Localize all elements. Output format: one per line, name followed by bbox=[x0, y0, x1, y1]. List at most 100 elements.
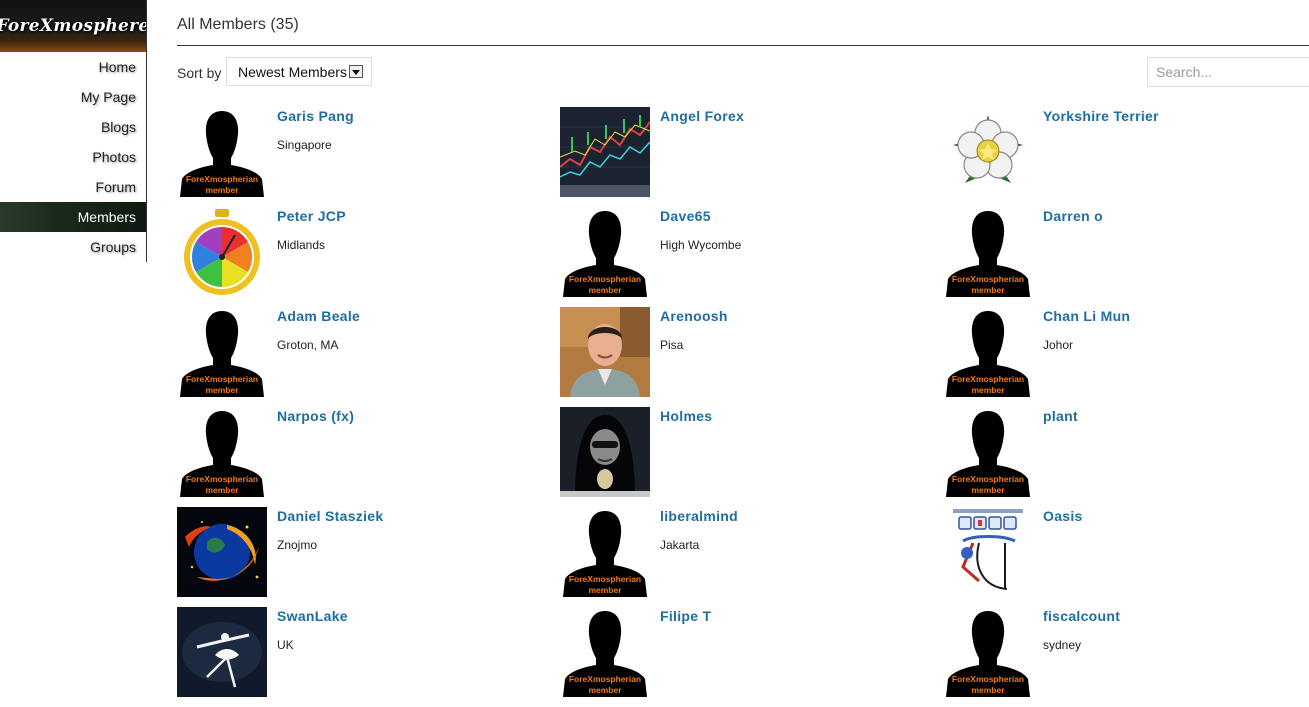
page-title: All Members (35) bbox=[177, 16, 299, 33]
avatar-badge-line2: member bbox=[971, 385, 1005, 395]
avatar-badge-line2: member bbox=[971, 685, 1005, 695]
member-name-link[interactable]: plant bbox=[1043, 408, 1078, 424]
member-card: ForeXmospherian member Garis Pang Singapore bbox=[177, 107, 560, 207]
nav-item-forum[interactable]: Forum bbox=[0, 172, 146, 202]
member-name-link[interactable]: Dave65 bbox=[660, 208, 711, 224]
member-avatar[interactable] bbox=[560, 107, 650, 197]
avatar-badge-line1: ForeXmospherian bbox=[951, 274, 1025, 284]
member-avatar[interactable]: ForeXmospherian member bbox=[943, 307, 1033, 397]
member-name-link[interactable]: Darren o bbox=[1043, 208, 1103, 224]
member-card: ForeXmospherian member Darren o bbox=[943, 207, 1309, 307]
member-location: Znojmo bbox=[277, 538, 318, 552]
member-avatar[interactable]: ForeXmospherian member bbox=[943, 407, 1033, 497]
avatar-badge-line1: ForeXmospherian bbox=[568, 574, 642, 584]
member-card: ForeXmospherian member Narpos (fx) bbox=[177, 407, 560, 507]
member-name-link[interactable]: SwanLake bbox=[277, 608, 348, 624]
avatar-badge-line1: ForeXmospherian bbox=[951, 674, 1025, 684]
avatar-badge-line1: ForeXmospherian bbox=[185, 174, 259, 184]
avatar-badge-line2: member bbox=[205, 485, 239, 495]
avatar-badge-line1: ForeXmospherian bbox=[185, 374, 259, 384]
member-avatar[interactable]: ForeXmospherian member bbox=[943, 607, 1033, 697]
member-name-link[interactable]: fiscalcount bbox=[1043, 608, 1120, 624]
sort-dropdown[interactable]: Newest Members bbox=[226, 57, 372, 86]
member-avatar[interactable]: ForeXmospherian member bbox=[943, 207, 1033, 297]
avatar-badge-line2: member bbox=[205, 185, 239, 195]
member-avatar[interactable]: ForeXmospherian member bbox=[560, 607, 650, 697]
site-logo-text: ForeXmosphere bbox=[0, 16, 146, 36]
title-divider bbox=[177, 45, 1309, 46]
site-logo[interactable]: ForeXmosphere bbox=[0, 0, 146, 52]
avatar-badge-line1: ForeXmospherian bbox=[185, 474, 259, 484]
member-avatar[interactable]: ForeXmospherian member bbox=[560, 207, 650, 297]
member-card: ForeXmospherian member Adam Beale Groton, M… bbox=[177, 307, 560, 407]
nav-item-groups[interactable]: Groups bbox=[0, 232, 146, 262]
member-location: Johor bbox=[1043, 338, 1074, 352]
member-avatar[interactable] bbox=[560, 407, 650, 497]
member-name-link[interactable]: Adam Beale bbox=[277, 308, 360, 324]
member-card: SwanLake UK bbox=[177, 607, 560, 707]
nav-item-photos[interactable]: Photos bbox=[0, 142, 146, 172]
member-avatar[interactable] bbox=[177, 507, 267, 597]
member-name-link[interactable]: Daniel Stasziek bbox=[277, 508, 383, 524]
member-location: Pisa bbox=[660, 338, 684, 352]
member-grid: ForeXmospherian member Garis Pang Singapore… bbox=[177, 107, 1309, 707]
nav-item-members[interactable]: Members bbox=[0, 202, 146, 232]
member-location: High Wycombe bbox=[660, 238, 742, 252]
search-input[interactable] bbox=[1147, 57, 1309, 87]
member-location: Midlands bbox=[277, 238, 326, 252]
member-name-link[interactable]: Narpos (fx) bbox=[277, 408, 354, 424]
member-location: Groton, MA bbox=[277, 338, 339, 352]
member-name-link[interactable]: Filipe T bbox=[660, 608, 711, 624]
avatar-badge-line2: member bbox=[588, 285, 622, 295]
member-card: ForeXmospherian member Filipe T bbox=[560, 607, 943, 707]
member-location: UK bbox=[277, 638, 294, 652]
member-card: ForeXmospherian member Chan Li Mun Johor bbox=[943, 307, 1309, 407]
member-name-link[interactable]: Chan Li Mun bbox=[1043, 308, 1130, 324]
sort-label: Sort by bbox=[177, 65, 222, 81]
member-card: ForeXmospherian member plant bbox=[943, 407, 1309, 507]
main-nav: Home My Page Blogs Photos Forum Members … bbox=[0, 52, 146, 262]
member-name-link[interactable]: Peter JCP bbox=[277, 208, 346, 224]
member-name-link[interactable]: Angel Forex bbox=[660, 108, 744, 124]
member-card: Holmes bbox=[560, 407, 943, 507]
member-avatar[interactable] bbox=[177, 207, 267, 297]
member-avatar[interactable]: ForeXmospherian member bbox=[177, 107, 267, 197]
member-card: ForeXmospherian member fiscalcount sydney bbox=[943, 607, 1309, 707]
nav-item-my-page[interactable]: My Page bbox=[0, 82, 146, 112]
member-avatar[interactable] bbox=[943, 507, 1033, 597]
member-card: Daniel Stasziek Znojmo bbox=[177, 507, 560, 607]
avatar-badge-line1: ForeXmospherian bbox=[951, 374, 1025, 384]
member-avatar[interactable]: ForeXmospherian member bbox=[560, 507, 650, 597]
member-avatar[interactable] bbox=[560, 307, 650, 397]
member-card: Peter JCP Midlands bbox=[177, 207, 560, 307]
nav-item-blogs[interactable]: Blogs bbox=[0, 112, 146, 142]
sidebar: ForeXmosphere Home My Page Blogs Photos … bbox=[0, 0, 147, 262]
sort-selected-value: Newest Members bbox=[238, 63, 347, 80]
avatar-badge-line1: ForeXmospherian bbox=[568, 274, 642, 284]
avatar-badge-line2: member bbox=[971, 485, 1005, 495]
member-avatar[interactable]: ForeXmospherian member bbox=[177, 307, 267, 397]
member-name-link[interactable]: Garis Pang bbox=[277, 108, 354, 124]
dropdown-arrow-icon[interactable] bbox=[349, 65, 363, 78]
avatar-badge-line1: ForeXmospherian bbox=[951, 474, 1025, 484]
member-avatar[interactable] bbox=[943, 107, 1033, 197]
member-card: Arenoosh Pisa bbox=[560, 307, 943, 407]
member-card: Yorkshire Terrier bbox=[943, 107, 1309, 207]
member-name-link[interactable]: liberalmind bbox=[660, 508, 738, 524]
avatar-badge-line2: member bbox=[588, 585, 622, 595]
member-location: Singapore bbox=[277, 138, 332, 152]
member-avatar[interactable] bbox=[177, 607, 267, 697]
member-name-link[interactable]: Yorkshire Terrier bbox=[1043, 108, 1159, 124]
avatar-badge-line2: member bbox=[205, 385, 239, 395]
member-card: ForeXmospherian member liberalmind Jakarta bbox=[560, 507, 943, 607]
member-name-link[interactable]: Holmes bbox=[660, 408, 712, 424]
member-location: Jakarta bbox=[660, 538, 700, 552]
member-card: ForeXmospherian member Dave65 High Wycombe bbox=[560, 207, 943, 307]
member-card: Angel Forex bbox=[560, 107, 943, 207]
nav-item-home[interactable]: Home bbox=[0, 52, 146, 82]
member-name-link[interactable]: Arenoosh bbox=[660, 308, 728, 324]
member-avatar[interactable]: ForeXmospherian member bbox=[177, 407, 267, 497]
member-location: sydney bbox=[1043, 638, 1082, 652]
member-name-link[interactable]: Oasis bbox=[1043, 508, 1083, 524]
avatar-badge-line1: ForeXmospherian bbox=[568, 674, 642, 684]
